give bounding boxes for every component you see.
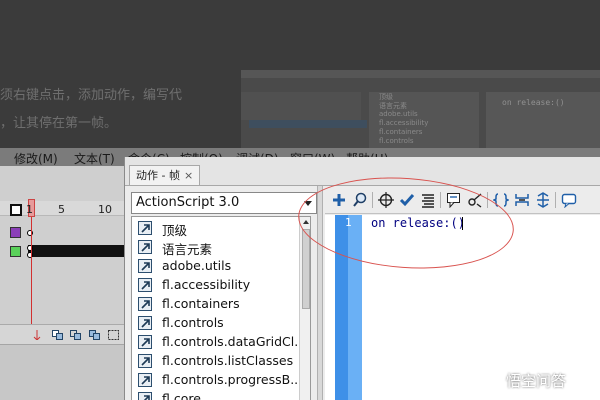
show-outline-icon[interactable]	[10, 204, 22, 216]
list-item[interactable]: adobe.utils	[132, 257, 298, 276]
frame-number-1: 1	[26, 203, 33, 216]
thumbnail-code-editor: on release:()	[486, 92, 600, 155]
book-icon	[138, 335, 152, 349]
language-version-value: ActionScript 3.0	[136, 195, 240, 210]
edit-multiple-frames-icon[interactable]	[89, 330, 100, 340]
list-item[interactable]: 顶级	[132, 219, 298, 238]
book-icon	[138, 373, 152, 387]
list-item-label: fl.controls.listClasses	[162, 353, 294, 368]
book-icon	[138, 392, 152, 400]
close-icon[interactable]: ×	[184, 169, 193, 182]
list-item-label: fl.controls	[162, 315, 224, 330]
timeline-footer	[0, 324, 124, 344]
book-icon	[138, 221, 152, 235]
center-frame-icon[interactable]	[33, 330, 44, 340]
watermark: 悟空问答	[478, 368, 596, 392]
timeline-panel: 1 5 10	[0, 166, 124, 400]
onion-skin-outlines-icon[interactable]	[70, 330, 81, 340]
keyframe-marker[interactable]	[27, 230, 33, 236]
list-item[interactable]: fl.controls.dataGridCl...	[132, 333, 306, 352]
list-item[interactable]: 语言元素	[132, 238, 298, 257]
article-text-line-2: ，让其停在第一帧。	[0, 116, 118, 131]
list-item[interactable]: fl.controls.listClasses	[132, 352, 298, 371]
actions-toolbox-list: 顶级 语言元素 adobe.utils fl.accessibility fl.…	[131, 216, 311, 400]
book-icon	[138, 297, 152, 311]
layer-color-swatch[interactable]	[10, 227, 21, 238]
expand-all-icon[interactable]	[533, 190, 553, 210]
thumbnail-action-list: 顶级 语言元素 adobe.utils fl.accessibility fl.…	[369, 92, 479, 155]
list-item-label: fl.controls.dataGridCl...	[162, 334, 307, 349]
list-item-label: adobe.utils	[162, 258, 232, 273]
article-screenshot-thumbnail: 顶级 语言元素 adobe.utils fl.accessibility fl.…	[241, 70, 600, 155]
frame-number-10: 10	[98, 203, 112, 216]
book-icon	[138, 354, 152, 368]
menu-modify[interactable]: 修改(M)	[14, 150, 58, 167]
timeline-layer-row[interactable]	[0, 226, 124, 240]
watermark-text: 悟空问答	[506, 372, 567, 390]
apply-block-comment-icon[interactable]	[559, 190, 579, 210]
list-item-label: 顶级	[162, 223, 188, 238]
menu-text[interactable]: 文本(T)	[74, 150, 115, 167]
book-icon	[138, 240, 152, 254]
book-icon	[138, 278, 152, 292]
onion-skin-icon[interactable]	[52, 330, 63, 340]
list-scrollbar[interactable]	[299, 217, 310, 400]
tab-label: 动作 - 帧	[136, 169, 180, 182]
list-item[interactable]: fl.core	[132, 390, 298, 400]
language-version-select[interactable]: ActionScript 3.0	[131, 192, 317, 214]
list-item-label: 语言元素	[162, 242, 213, 257]
book-icon	[138, 259, 152, 273]
collapse-selection-icon[interactable]	[512, 190, 532, 210]
list-item-label: fl.controls.progressB...	[162, 372, 303, 387]
timeline-layer-row[interactable]	[0, 245, 124, 259]
keyframe-marker[interactable]	[27, 245, 33, 251]
book-icon	[138, 316, 152, 330]
scroll-thumb[interactable]	[302, 229, 310, 309]
keyframe-marker[interactable]	[27, 252, 33, 258]
frame-number-5: 5	[58, 203, 65, 216]
list-item[interactable]: fl.containers	[132, 295, 298, 314]
list-item-label: fl.core	[162, 391, 201, 400]
list-item[interactable]: fl.controls.progressB...	[132, 371, 302, 390]
toolbar-separator	[555, 192, 556, 208]
selected-frame-span[interactable]	[28, 245, 124, 257]
list-item[interactable]: fl.controls	[132, 314, 298, 333]
list-item[interactable]: fl.accessibility	[132, 276, 298, 295]
article-text-line-1: 须右键点击，添加动作，编写代	[0, 88, 183, 103]
tab-actions-frame[interactable]: 动作 - 帧 ×	[129, 165, 201, 185]
list-item-label: fl.containers	[162, 296, 240, 311]
modify-markers-icon[interactable]	[108, 330, 119, 340]
stage-area	[0, 344, 124, 400]
article-background: 须右键点击，添加动作，编写代 ，让其停在第一帧。 顶级 语言元素 adobe.u…	[0, 0, 600, 155]
list-item-label: fl.accessibility	[162, 277, 251, 292]
layer-color-swatch[interactable]	[10, 246, 21, 257]
wukong-logo-icon	[478, 369, 500, 389]
